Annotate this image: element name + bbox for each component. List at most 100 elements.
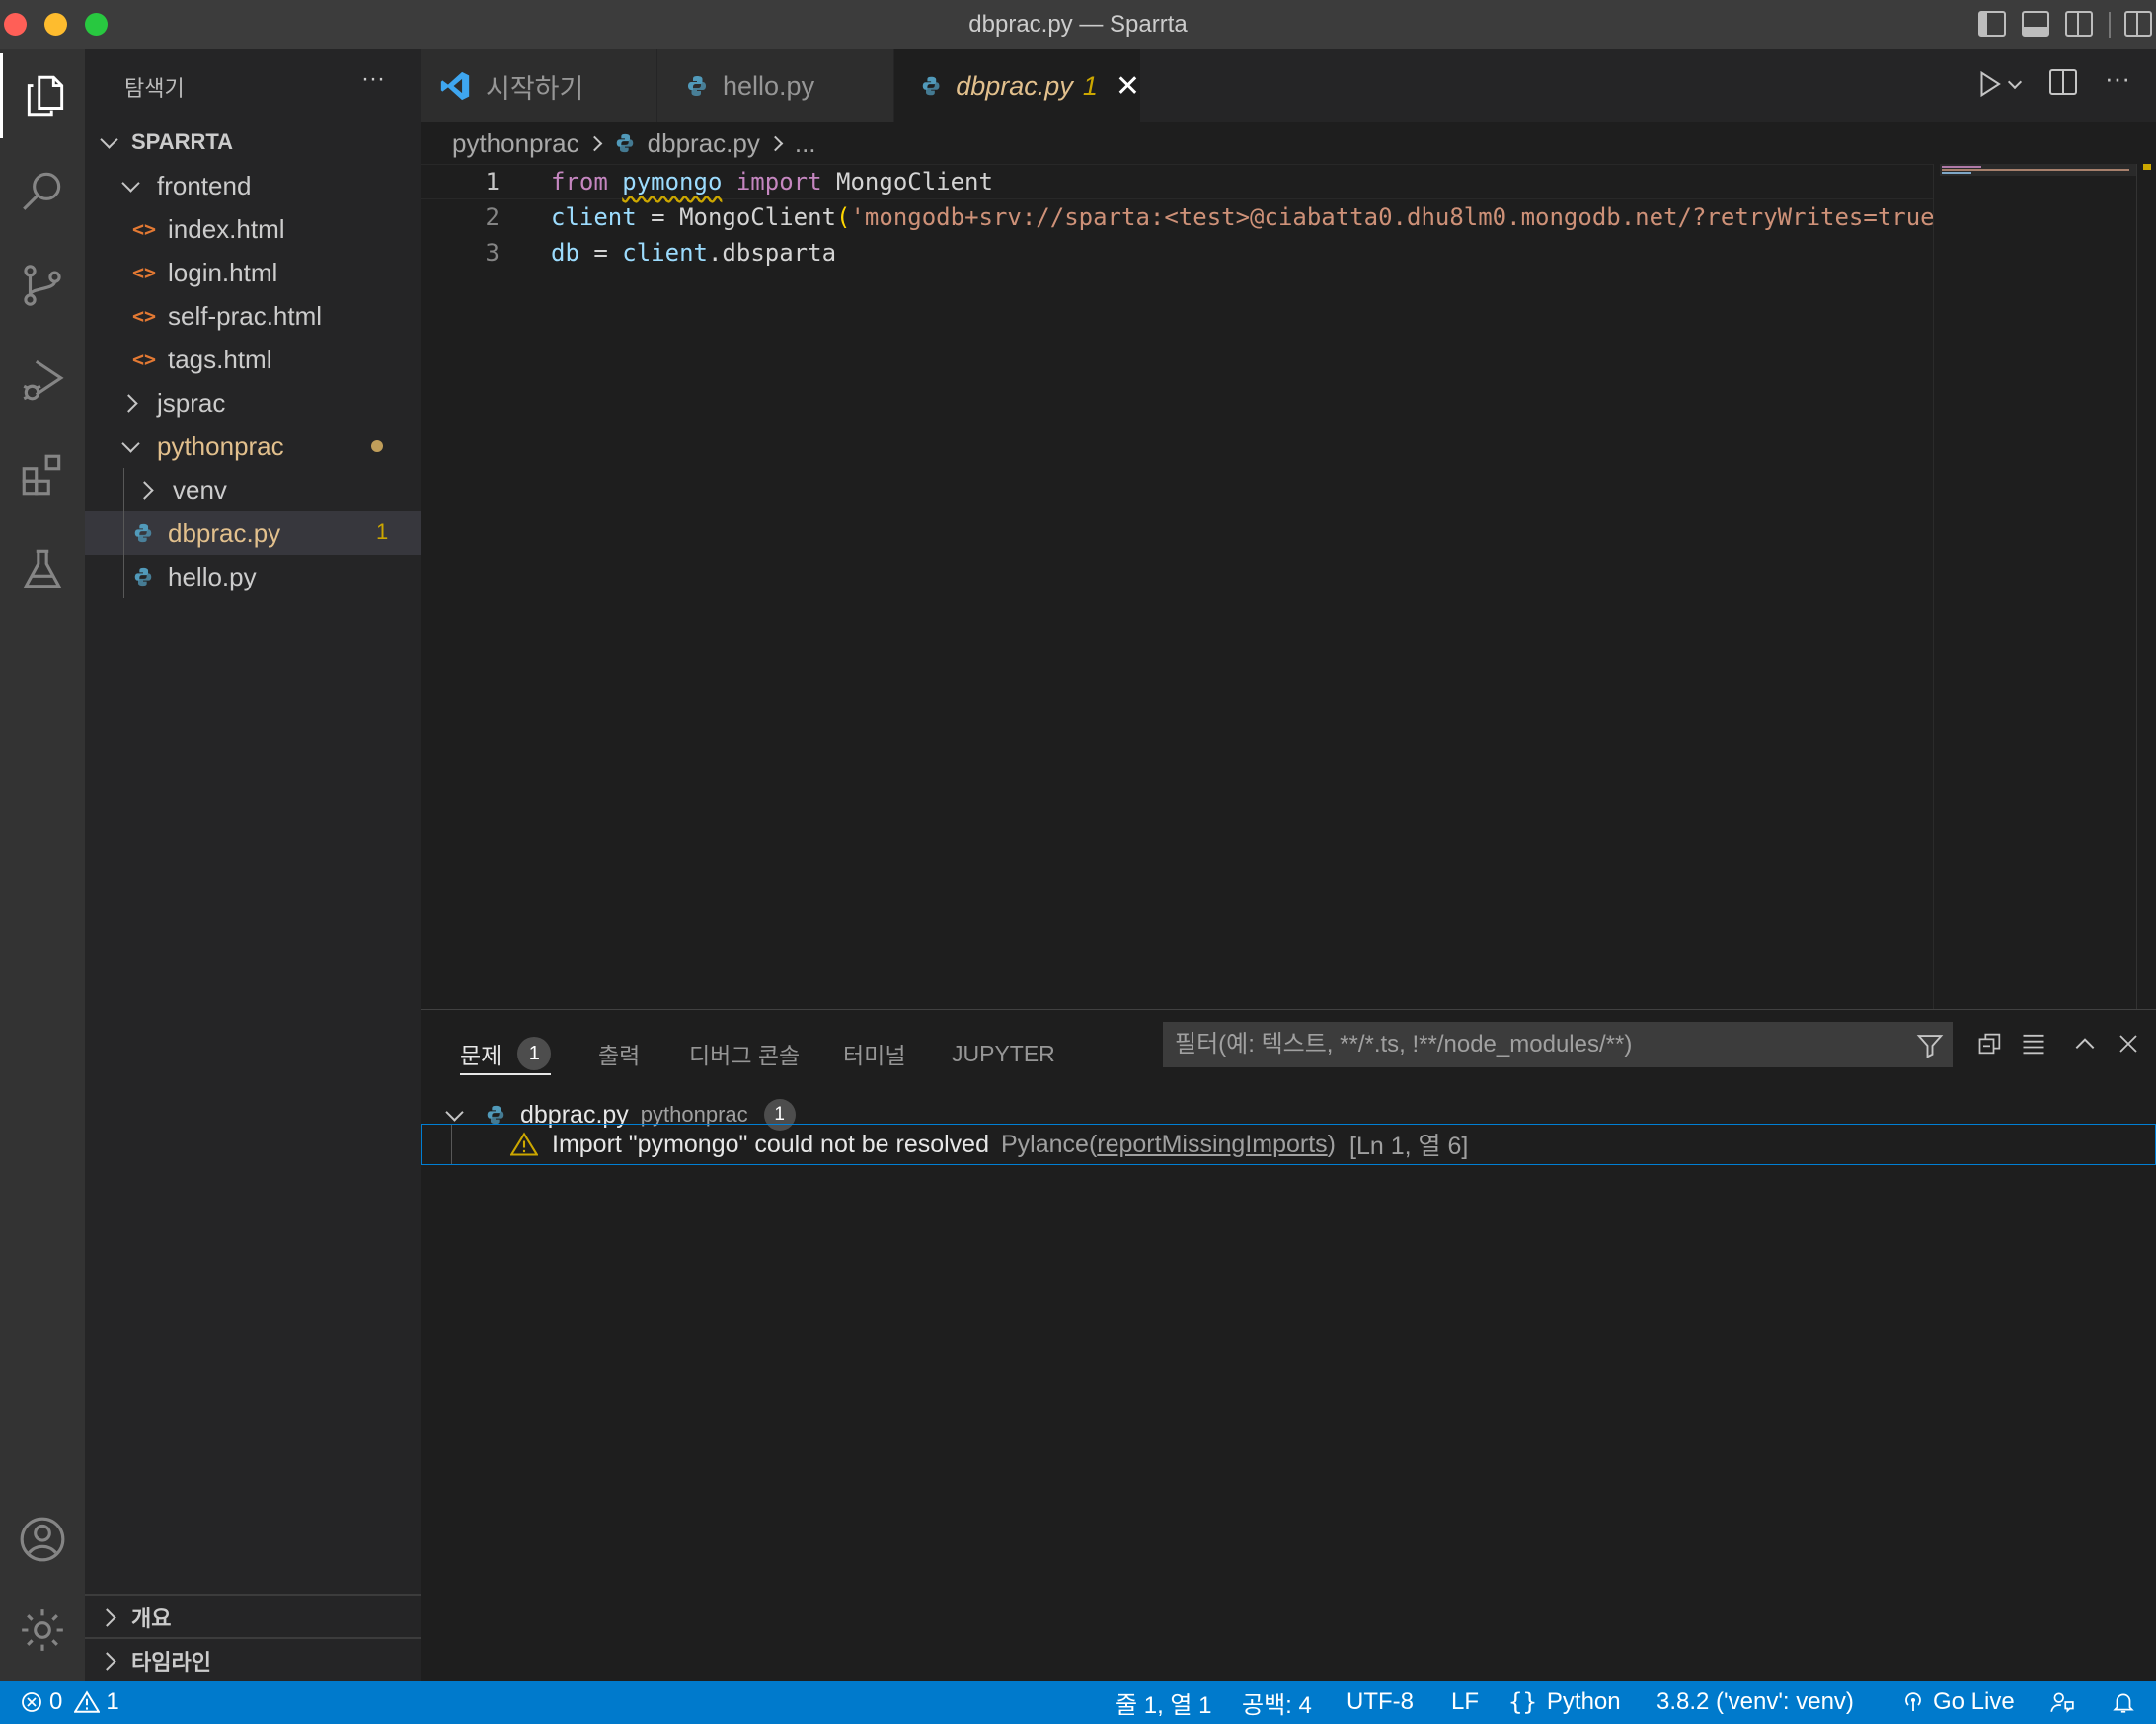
tree-item-label: pythonprac [157,431,284,461]
code-token: client [551,203,637,231]
explorer-icon[interactable] [0,53,88,138]
minimap[interactable] [1933,164,2137,1009]
code-line: 1 from pymongo import MongoClient [421,164,1933,199]
tree-item-label: venv [173,474,227,505]
tree-item-pythonprac[interactable]: pythonprac [85,425,421,468]
maximize-panel-icon[interactable] [2065,1024,2105,1063]
language-label: Python [1546,1688,1621,1715]
split-editor-icon[interactable] [2049,69,2077,95]
tab-jupyter[interactable]: JUPYTER [952,1034,1055,1073]
modified-dot-icon [371,440,383,452]
minimap-code-mark [1942,169,2129,171]
code-token: .dbsparta [707,239,837,267]
filter-input[interactable] [1163,1030,1868,1059]
account-icon[interactable] [0,1497,85,1582]
chevron-down-icon [2007,74,2023,90]
editor-scrollbar[interactable] [2136,164,2156,1009]
tree-item-login-html[interactable]: <> login.html [85,251,421,294]
problems-count-badge: 1 [517,1037,552,1070]
error-count: 0 [49,1688,63,1715]
gear-icon[interactable] [0,1588,85,1673]
tree-item-hello-py[interactable]: hello.py [85,555,421,598]
breadcrumb-more[interactable]: ... [795,128,816,159]
feedback-icon[interactable] [2049,1681,2075,1724]
encoding-status[interactable]: UTF-8 [1347,1681,1414,1724]
tab-terminal[interactable]: 터미널 [843,1034,905,1073]
chevron-right-icon [98,1651,116,1671]
tab-problems[interactable]: 문제 1 [460,1034,552,1075]
code-token: 'mongodb+srv://sparta:<test>@ciabatta0.d… [850,203,1935,231]
tree-item-label: dbprac.py [168,517,281,548]
extensions-icon[interactable] [0,432,85,517]
html-file-icon: <> [132,217,157,241]
breadcrumb-file[interactable]: dbprac.py [648,128,760,159]
problem-code-link[interactable]: reportMissingImports [1097,1131,1327,1159]
chevron-down-icon [100,129,118,149]
tree-item-frontend[interactable]: frontend [85,164,421,207]
run-python-button[interactable] [1974,67,2004,106]
breadcrumb-folder[interactable]: pythonprac [452,128,579,159]
outline-section-header[interactable]: 개요 [85,1596,421,1639]
code-token: import [735,168,822,196]
source-control-icon[interactable] [0,243,85,328]
tree-item-tags-html[interactable]: <> tags.html [85,338,421,381]
timeline-section-header[interactable]: 타임라인 [85,1639,421,1683]
bottom-panel: 문제 1 출력 디버그 콘솔 터미널 JUPYTER dbprac.py pyt… [421,1009,2156,1682]
close-icon[interactable]: ✕ [1116,69,1140,104]
warning-count: 1 [106,1688,119,1715]
tab-hello-py[interactable]: hello.py [657,49,894,122]
tab-debug-console[interactable]: 디버그 콘솔 [689,1034,800,1073]
more-actions-icon[interactable]: ··· [2105,63,2130,94]
search-icon[interactable] [0,148,85,233]
tree-item-venv[interactable]: venv [85,468,421,511]
indentation-status[interactable]: 공백: 4 [1242,1681,1312,1724]
explorer-more-button[interactable]: ··· [361,65,385,93]
problem-row[interactable]: Import "pymongo" could not be resolved P… [421,1124,2156,1165]
editor-tab-bar: 시작하기 hello.py dbprac.py 1 ✕ ··· [421,49,2156,122]
eol-status[interactable]: LF [1451,1681,1479,1724]
title-bar: dbprac.py — Sparrta [0,0,2156,49]
code-token: db [551,239,579,267]
collapse-all-icon[interactable] [1970,1024,2010,1063]
tab-output[interactable]: 출력 [598,1034,640,1073]
run-debug-icon[interactable] [0,338,85,423]
tree-item-jsprac[interactable]: jsprac [85,381,421,425]
tree-item-index-html[interactable]: <> index.html [85,207,421,251]
workspace-header[interactable]: SPARRTA [85,120,421,164]
toggle-panel-icon[interactable] [2022,11,2049,37]
warning-marker [2143,164,2151,170]
testing-icon[interactable] [0,527,85,612]
customize-layout-icon[interactable] [2124,11,2152,37]
indent-guide [451,1125,452,1164]
view-as-list-icon[interactable] [2014,1024,2053,1063]
problem-source-end: ) [1327,1130,1336,1158]
close-panel-icon[interactable] [2109,1024,2148,1063]
toggle-sidebar-icon[interactable] [1978,11,2006,37]
go-live-button[interactable]: Go Live [1901,1681,2015,1724]
html-file-icon: <> [132,348,157,371]
code-token: = [636,203,680,231]
run-options-button[interactable] [2007,71,2023,92]
python-icon [922,76,940,96]
tree-item-label: self-prac.html [168,300,323,331]
notifications-icon[interactable] [2111,1681,2136,1724]
cursor-position[interactable]: 줄 1, 열 1 [1116,1681,1212,1724]
code-editor[interactable]: 1 from pymongo import MongoClient 2 client … [421,164,1935,1009]
tab-label: 시작하기 [486,73,584,104]
language-mode[interactable]: {} Python [1508,1681,1621,1724]
python-file-icon [132,522,168,544]
filter-icon[interactable] [1915,1031,1945,1060]
tree-item-dbprac-py[interactable]: dbprac.py 1 [85,511,421,555]
explorer-title: 탐색기 [124,76,185,101]
code-text: db = client.dbsparta [551,235,836,271]
toggle-secondary-sidebar-icon[interactable] [2065,11,2093,37]
python-interpreter[interactable]: 3.8.2 ('venv': venv) [1656,1681,1854,1724]
vscode-icon [440,71,470,101]
tab-welcome[interactable]: 시작하기 [421,49,657,122]
code-token: = [578,239,623,267]
tab-dbprac-py[interactable]: dbprac.py 1 ✕ [894,49,1141,122]
tree-item-self-prac-html[interactable]: <> self-prac.html [85,294,421,338]
problems-status[interactable]: 0 1 [20,1681,119,1724]
